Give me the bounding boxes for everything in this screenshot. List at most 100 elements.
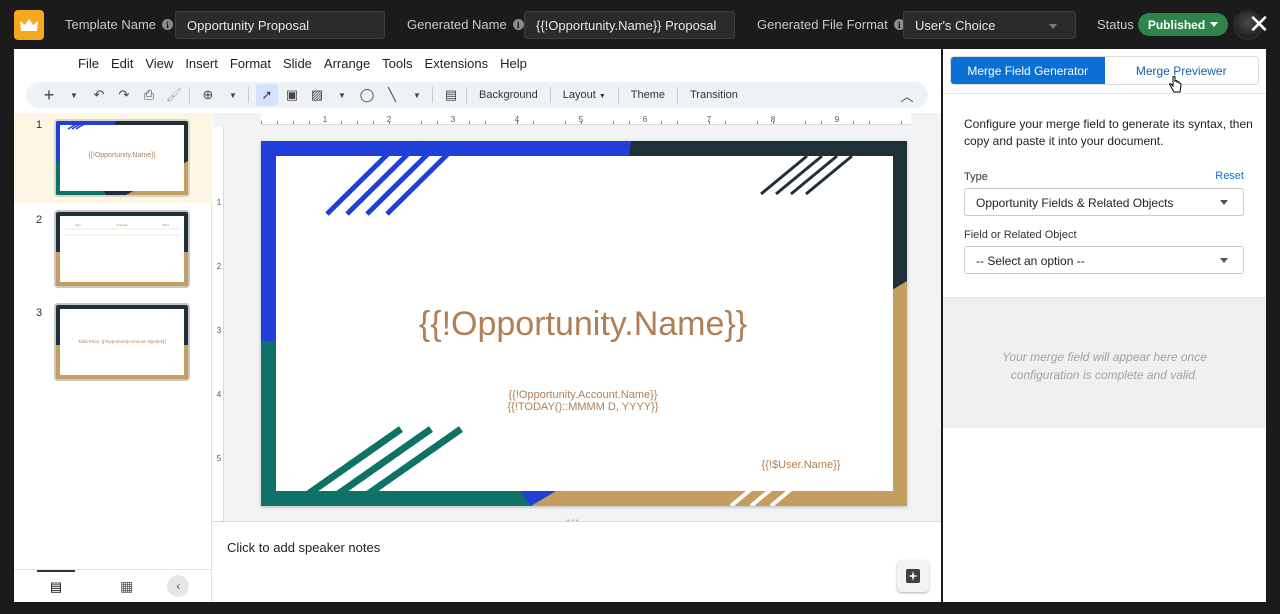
menu-file[interactable]: File bbox=[78, 56, 99, 71]
slide-number: 3 bbox=[36, 307, 43, 319]
grid-view-icon[interactable]: ▦ bbox=[120, 578, 133, 595]
layout-label: Layout bbox=[562, 89, 596, 101]
field-select[interactable]: -- Select an option -- bbox=[964, 246, 1244, 274]
filmstrip-footer: ▤ ▦ ‹ bbox=[14, 569, 212, 602]
result-placeholder: Your merge field will appear here once c… bbox=[1002, 350, 1207, 382]
status-label: Status bbox=[1097, 17, 1134, 32]
slide-filmstrip: 1 {{!Opportunity.Name}} 2 Item Quantity … bbox=[14, 113, 212, 602]
divider bbox=[549, 87, 551, 103]
print-icon[interactable]: ⎙ bbox=[138, 84, 160, 106]
text-box-icon[interactable]: ▣ bbox=[281, 84, 303, 106]
background-button[interactable]: Background bbox=[471, 89, 546, 101]
generated-format-value: User's Choice bbox=[915, 18, 996, 33]
ruler-tick: 3 bbox=[217, 326, 222, 335]
menu-view[interactable]: View bbox=[145, 56, 173, 71]
line-icon[interactable]: ╲ bbox=[381, 84, 403, 106]
slide-canvas: 1 2 3 4 5 6 7 8 9 1 2 3 4 5 {{!Opportuni… bbox=[213, 113, 941, 521]
chevron-down-icon[interactable]: ▼ bbox=[406, 84, 428, 106]
image-icon[interactable]: ▨ bbox=[306, 84, 328, 106]
type-select-value: Opportunity Fields & Related Objects bbox=[976, 196, 1174, 210]
chevron-down-icon[interactable]: ▼ bbox=[222, 84, 244, 106]
status-badge[interactable]: Published bbox=[1138, 13, 1228, 36]
divider bbox=[189, 87, 190, 103]
slide-thumb-row[interactable]: 2 Item Quantity Price bbox=[14, 208, 212, 298]
chevron-down-icon[interactable]: ▼ bbox=[63, 84, 85, 106]
thumb-total-price: Total Price: {{!Opportunity.Amount::Symb… bbox=[78, 339, 166, 344]
info-icon[interactable]: i bbox=[512, 19, 524, 30]
undo-icon[interactable]: ↶ bbox=[88, 84, 110, 106]
chevron-down-icon bbox=[1210, 22, 1219, 27]
divider bbox=[466, 87, 467, 103]
slide-thumbnail-1[interactable]: {{!Opportunity.Name}} bbox=[54, 119, 190, 197]
menu-format[interactable]: Format bbox=[230, 56, 271, 71]
config-description: Configure your merge field to generate i… bbox=[964, 117, 1253, 148]
tab-merge-field-generator[interactable]: Merge Field Generator bbox=[951, 57, 1105, 84]
layout-button[interactable]: Layout ▼ bbox=[555, 89, 614, 101]
slide-number: 2 bbox=[36, 214, 43, 226]
slide-account-name[interactable]: {{!Opportunity.Account.Name}} bbox=[509, 389, 658, 401]
reset-link[interactable]: Reset bbox=[1215, 170, 1244, 182]
menu-help[interactable]: Help bbox=[500, 56, 527, 71]
ruler-tick: 2 bbox=[387, 115, 392, 124]
theme-button[interactable]: Theme bbox=[623, 89, 673, 101]
transition-button[interactable]: Transition bbox=[682, 89, 746, 101]
thumb-header: Item bbox=[75, 223, 81, 227]
generated-format-select[interactable]: User's Choice bbox=[903, 11, 1076, 39]
explore-icon[interactable] bbox=[897, 560, 929, 592]
paint-format-icon[interactable]: 🖌 bbox=[163, 84, 185, 106]
type-select[interactable]: Opportunity Fields & Related Objects bbox=[964, 188, 1244, 216]
zoom-icon[interactable]: ⊕ bbox=[197, 84, 219, 106]
template-name-input[interactable]: Opportunity Proposal bbox=[175, 11, 385, 39]
info-icon[interactable]: i bbox=[162, 19, 174, 30]
divider bbox=[677, 87, 678, 103]
thumb-header: Quantity bbox=[116, 223, 128, 227]
slide-1-canvas[interactable]: {{!Opportunity.Name}} {{!Opportunity.Acc… bbox=[261, 141, 907, 506]
close-icon[interactable]: ✕ bbox=[1247, 11, 1271, 37]
redo-icon[interactable]: ↷ bbox=[113, 84, 135, 106]
menu-arrange[interactable]: Arrange bbox=[324, 56, 370, 71]
chevron-left-icon[interactable]: ‹ bbox=[167, 575, 190, 597]
slides-editor: File Edit View Insert Format Slide Arran… bbox=[14, 49, 941, 602]
slide-thumb-row[interactable]: 3 Total Price: {{!Opportunity.Amount::Sy… bbox=[14, 301, 212, 391]
slide-date[interactable]: {{!TODAY()::MMMM D, YYYY}} bbox=[508, 401, 659, 413]
ruler-tick: 1 bbox=[323, 115, 328, 124]
slide-thumbnail-3[interactable]: Total Price: {{!Opportunity.Amount::Symb… bbox=[54, 303, 190, 381]
new-slide-icon[interactable]: + bbox=[38, 84, 60, 106]
ruler-tick: 6 bbox=[643, 115, 648, 124]
template-name-label: Template Name i bbox=[65, 17, 174, 32]
field-label: Field or Related Object bbox=[964, 229, 1077, 241]
divider bbox=[617, 87, 619, 103]
select-cursor-icon[interactable]: ➚ bbox=[256, 84, 278, 106]
ruler-tick: 4 bbox=[217, 390, 222, 399]
chevron-up-icon[interactable]: ︿ bbox=[896, 84, 918, 106]
menu-extensions[interactable]: Extensions bbox=[425, 56, 489, 71]
app-topbar: Template Name i Opportunity Proposal Gene… bbox=[0, 0, 1280, 49]
filmstrip-view-icon[interactable]: ▤ bbox=[37, 570, 75, 602]
speaker-notes-placeholder: Click to add speaker notes bbox=[227, 540, 381, 555]
field-select-value: -- Select an option -- bbox=[976, 254, 1085, 268]
chevron-down-icon: ▼ bbox=[598, 93, 606, 100]
toolbar: + ▼ ↶ ↷ ⎙ 🖌 ⊕ ▼ ➚ ▣ ▨ ▼ ◯ ╲ ▼ ▤ Backgrou… bbox=[26, 82, 928, 108]
ruler-tick: 9 bbox=[835, 115, 840, 124]
merge-field-result: Your merge field will appear here once c… bbox=[943, 298, 1266, 428]
ruler-tick: 4 bbox=[515, 115, 520, 124]
ruler-tick: 8 bbox=[771, 115, 776, 124]
slide-thumb-row[interactable]: 1 {{!Opportunity.Name}} bbox=[14, 113, 212, 203]
slide-title[interactable]: {{!Opportunity.Name}} bbox=[419, 305, 747, 343]
speaker-notes[interactable]: Click to add speaker notes bbox=[213, 521, 941, 602]
menu-insert[interactable]: Insert bbox=[185, 56, 218, 71]
ruler-tick: 7 bbox=[707, 115, 712, 124]
menu-edit[interactable]: Edit bbox=[111, 56, 133, 71]
slide-thumbnail-2[interactable]: Item Quantity Price bbox=[54, 210, 190, 288]
merge-field-config: Configure your merge field to generate i… bbox=[943, 93, 1266, 298]
menu-tools[interactable]: Tools bbox=[382, 56, 412, 71]
generated-name-input[interactable]: {{!Opportunity.Name}} Proposal bbox=[524, 11, 735, 39]
slide-user-name[interactable]: {{!$User.Name}} bbox=[762, 459, 841, 471]
comment-icon[interactable]: ▤ bbox=[440, 84, 462, 106]
menu-slide[interactable]: Slide bbox=[283, 56, 312, 71]
panel-tabs: Merge Field Generator Merge Previewer bbox=[950, 56, 1259, 85]
shape-icon[interactable]: ◯ bbox=[356, 84, 378, 106]
chevron-down-icon[interactable]: ▼ bbox=[331, 84, 353, 106]
crown-logo-icon[interactable] bbox=[14, 10, 44, 40]
status-value: Published bbox=[1147, 17, 1206, 32]
